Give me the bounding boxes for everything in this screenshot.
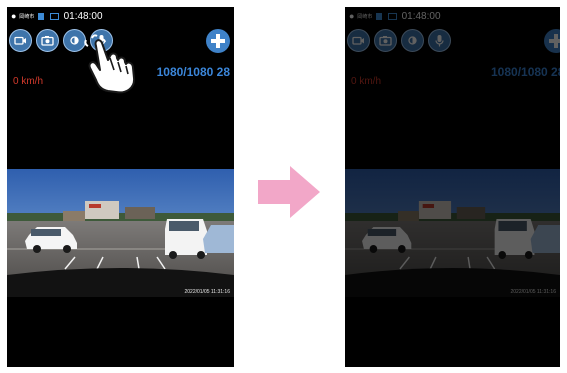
add-button[interactable]	[544, 29, 560, 53]
video-record-button[interactable]	[9, 29, 32, 52]
sd-card-icon	[376, 13, 383, 20]
photo-camera-icon	[41, 36, 54, 46]
snapshot-button[interactable]	[374, 29, 397, 52]
speed-readout: 0 km/h	[13, 76, 44, 87]
battery-icon	[49, 13, 59, 20]
resolution-readout: 1080/1080 28	[491, 65, 560, 79]
microphone-button[interactable]	[428, 29, 451, 52]
dimmer-icon	[408, 36, 417, 45]
location-pin-icon: ●	[11, 11, 17, 21]
clock-time: 01:48:00	[63, 11, 103, 22]
camera-feed: 2022/01/05 11:31:16	[345, 169, 560, 297]
video-timestamp: 2022/01/05 11:31:16	[184, 289, 230, 295]
sd-card-icon	[38, 13, 45, 20]
microphone-icon	[435, 35, 444, 47]
parking-lot-image	[345, 169, 560, 297]
add-button[interactable]	[206, 29, 230, 53]
video-timestamp: 2022/01/05 11:31:16	[510, 289, 556, 295]
snapshot-button[interactable]	[36, 29, 59, 52]
photo-camera-icon	[379, 36, 392, 46]
status-bar: ● 岡崎市 01:48:00	[349, 11, 441, 22]
tap-hand-icon	[84, 34, 136, 94]
area-name: 岡崎市	[357, 14, 373, 20]
camera-feed: 2022/01/05 11:31:16	[7, 169, 234, 297]
video-camera-icon	[352, 36, 364, 45]
transition-arrow-icon	[258, 166, 320, 218]
right-screen: ● 岡崎市 01:48:00 0 km/h 1080/1080 28 2022/…	[345, 7, 560, 367]
battery-icon	[387, 13, 397, 20]
speed-readout: 0 km/h	[351, 76, 382, 87]
dimmer-button[interactable]	[401, 29, 424, 52]
clock-time: 01:48:00	[401, 11, 441, 22]
location-pin-icon: ●	[349, 11, 355, 21]
area-name: 岡崎市	[19, 14, 35, 20]
resolution-readout: 1080/1080 28	[156, 65, 230, 79]
video-camera-icon	[14, 36, 26, 45]
video-record-button[interactable]	[347, 29, 370, 52]
parking-lot-image	[7, 169, 234, 297]
status-bar: ● 岡崎市 01:48:00	[11, 11, 103, 22]
